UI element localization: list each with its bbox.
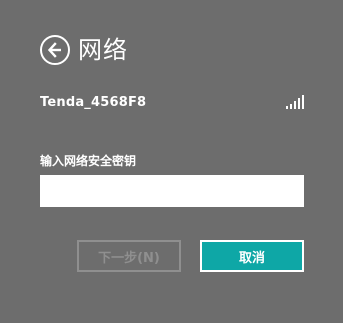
signal-strength-icon <box>286 95 304 109</box>
network-row: Tenda_4568F8 <box>40 93 304 111</box>
network-connect-panel: 网络 Tenda_4568F8 输入网络安全密钥 下一步(N) 取消 <box>0 0 343 323</box>
back-button[interactable] <box>40 35 70 65</box>
cancel-button[interactable]: 取消 <box>200 240 304 272</box>
signal-bar <box>302 95 304 109</box>
signal-bar <box>290 104 292 109</box>
next-button[interactable]: 下一步(N) <box>77 240 181 272</box>
page-title: 网络 <box>78 36 128 64</box>
signal-bar <box>298 98 300 109</box>
signal-bar <box>286 106 288 109</box>
panel-header: 网络 <box>40 33 128 67</box>
security-key-label: 输入网络安全密钥 <box>40 154 137 168</box>
back-arrow-icon <box>47 42 61 58</box>
security-key-input[interactable] <box>40 175 304 207</box>
signal-bar <box>294 101 296 109</box>
network-ssid: Tenda_4568F8 <box>40 94 147 110</box>
